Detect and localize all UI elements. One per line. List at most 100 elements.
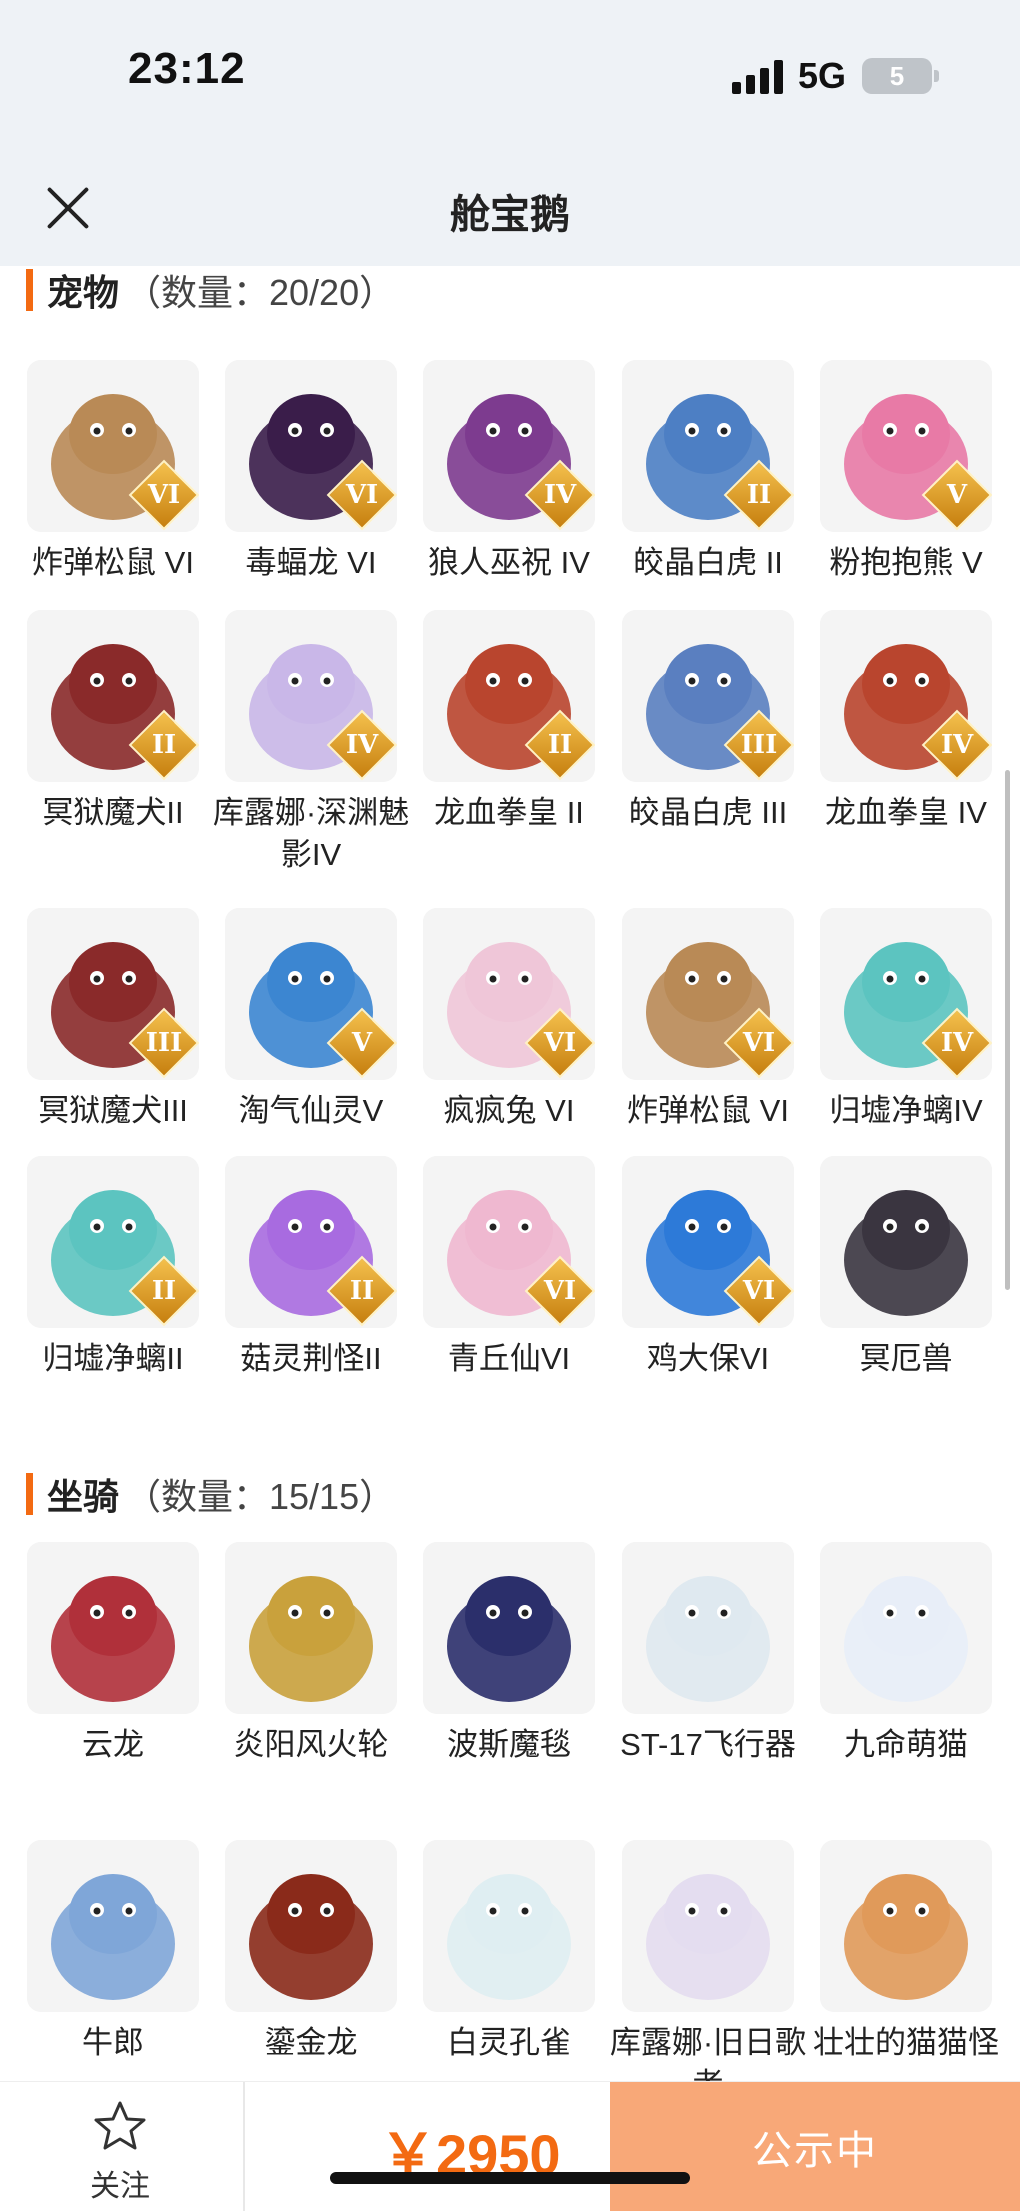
grade-text: II (746, 480, 772, 510)
divider (243, 2082, 245, 2211)
grid-item[interactable]: IV 库露娜·深渊魅影IV (212, 610, 410, 876)
item-thumbnail: V (225, 908, 397, 1080)
grid-item[interactable]: 冥厄兽 (807, 1156, 1005, 1380)
grade-text: VI (345, 480, 379, 510)
grid-item[interactable]: III 皎晶白虎 III (609, 610, 807, 834)
item-thumbnail: II (225, 1156, 397, 1328)
creature-image (225, 1542, 397, 1714)
grid-item[interactable]: 壮壮的猫猫怪 (807, 1840, 1005, 2064)
grid-item[interactable]: VI 鸡大保VI (609, 1156, 807, 1380)
pets-section-title: 宠物 (47, 272, 120, 313)
item-thumbnail (622, 1542, 794, 1714)
grid-item[interactable]: VI 青丘仙VI (410, 1156, 608, 1380)
top-bar: 23:12 5G 5 舱宝鹅 (0, 0, 1020, 266)
grid-item[interactable]: V 淘气仙灵V (212, 908, 410, 1132)
grade-text: III (145, 1028, 183, 1058)
home-indicator (330, 2172, 690, 2184)
grid-item[interactable]: II 龙血拳皇 II (410, 610, 608, 834)
item-label: 壮壮的猫猫怪 (813, 2025, 999, 2060)
grid-item[interactable]: VI 疯疯兔 VI (410, 908, 608, 1132)
grade-text: V (946, 480, 968, 510)
item-thumbnail: VI (27, 360, 199, 532)
grid-item[interactable]: VI 炸弹松鼠 VI (14, 360, 212, 584)
item-label: 毒蝠龙 VI (245, 545, 377, 580)
item-label: 冥狱魔犬II (42, 795, 184, 830)
item-label: 鸡大保VI (646, 1341, 770, 1376)
item-label: 龙血拳皇 IV (825, 795, 987, 830)
item-thumbnail: VI (622, 1156, 794, 1328)
bottom-bar: 关注 ￥2950 公示中 (0, 2081, 1020, 2211)
grid-item[interactable]: VI 毒蝠龙 VI (212, 360, 410, 584)
item-thumbnail: IV (820, 908, 992, 1080)
item-thumbnail (622, 1840, 794, 2012)
grade-text: VI (543, 1276, 577, 1306)
item-thumbnail: IV (820, 610, 992, 782)
grid-item[interactable]: IV 狼人巫祝 IV (410, 360, 608, 584)
grid-item[interactable]: IV 归墟净螭IV (807, 908, 1005, 1132)
status-button[interactable]: 公示中 (610, 2082, 1020, 2211)
creature-image (622, 1542, 794, 1714)
network-label: 5G (798, 55, 847, 96)
grid-item[interactable]: 白灵孔雀 (410, 1840, 608, 2064)
item-thumbnail: III (622, 610, 794, 782)
item-thumbnail (225, 1840, 397, 2012)
grade-text: II (547, 730, 573, 760)
section-accent-bar (26, 269, 33, 311)
grade-text: IV (940, 730, 974, 760)
scrollbar[interactable] (1005, 770, 1010, 1290)
mounts-section-title: 坐骑 (47, 1476, 120, 1517)
item-thumbnail: II (622, 360, 794, 532)
battery-icon: 5 (862, 58, 932, 94)
grade-text: VI (742, 1028, 776, 1058)
pets-section-count: （数量：20/20） (125, 272, 396, 313)
grid-item[interactable]: 牛郎 (14, 1840, 212, 2064)
grid-item[interactable]: 炎阳风火轮 (212, 1542, 410, 1766)
item-label: 炎阳风火轮 (233, 1727, 389, 1762)
grade-text: II (349, 1276, 375, 1306)
item-label: 青丘仙VI (447, 1341, 571, 1376)
grid-item[interactable]: VI 炸弹松鼠 VI (609, 908, 807, 1132)
grid-item[interactable]: IV 龙血拳皇 IV (807, 610, 1005, 834)
grade-text: VI (543, 1028, 577, 1058)
grid-item[interactable]: II 皎晶白虎 II (609, 360, 807, 584)
grid-item[interactable]: II 菇灵荆怪II (212, 1156, 410, 1380)
item-thumbnail: VI (423, 908, 595, 1080)
grade-text: IV (940, 1028, 974, 1058)
item-label: 归墟净螭IV (829, 1093, 983, 1128)
pets-section-header: 宠物 （数量：20/20） (26, 266, 395, 314)
item-label: 粉抱抱熊 V (829, 545, 983, 580)
creature-image (423, 1542, 595, 1714)
content-area[interactable]: 宠物 （数量：20/20） VI 炸弹松鼠 VI VI 毒蝠龙 VI IV 狼人巫祝 IV… (0, 266, 1020, 2081)
creature-image (820, 1156, 992, 1328)
grid-item[interactable]: 波斯魔毯 (410, 1542, 608, 1766)
item-label: 九命萌猫 (844, 1727, 968, 1762)
item-label: 白灵孔雀 (447, 2025, 571, 2060)
signal-icon (732, 60, 786, 94)
grid-item[interactable]: 九命萌猫 (807, 1542, 1005, 1766)
grid-item[interactable]: 云龙 (14, 1542, 212, 1766)
grade-text: II (151, 1276, 177, 1306)
item-label: 龙血拳皇 II (434, 795, 584, 830)
grid-item[interactable]: V 粉抱抱熊 V (807, 360, 1005, 584)
grid-item[interactable]: II 冥狱魔犬II (14, 610, 212, 834)
item-label: ST-17飞行器 (620, 1727, 796, 1762)
item-thumbnail: II (423, 610, 595, 782)
item-label: 炸弹松鼠 VI (627, 1093, 789, 1128)
grade-text: IV (345, 730, 379, 760)
item-label: 云龙 (82, 1727, 144, 1762)
item-thumbnail: II (27, 1156, 199, 1328)
grade-text: IV (543, 480, 577, 510)
creature-image (27, 1542, 199, 1714)
creature-image (820, 1840, 992, 2012)
grade-text: II (151, 730, 177, 760)
grid-item[interactable]: 库露娜·旧日歌者 (609, 1840, 807, 2081)
item-label: 皎晶白虎 II (633, 545, 783, 580)
grid-item[interactable]: III 冥狱魔犬III (14, 908, 212, 1132)
follow-button[interactable]: 关注 (70, 2100, 170, 2205)
grid-item[interactable]: ST-17飞行器 (609, 1542, 807, 1766)
grade-text: III (740, 730, 778, 760)
item-label: 狼人巫祝 IV (428, 545, 590, 580)
grid-item[interactable]: 鎏金龙 (212, 1840, 410, 2064)
creature-image (225, 1840, 397, 2012)
grid-item[interactable]: II 归墟净螭II (14, 1156, 212, 1380)
